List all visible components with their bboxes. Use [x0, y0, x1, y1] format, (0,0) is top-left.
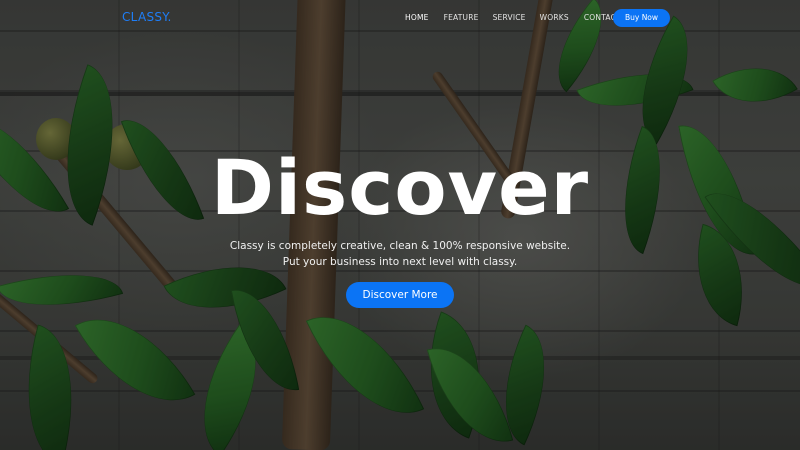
top-navbar: CLASSY. HOME FEATURE SERVICE WORKS CONTA…	[0, 0, 800, 36]
buy-now-button[interactable]: Buy Now	[613, 9, 670, 27]
nav-item-feature[interactable]: FEATURE	[444, 13, 479, 22]
nav-item-works[interactable]: WORKS	[540, 13, 569, 22]
hero-subtitle-line-1: Classy is completely creative, clean & 1…	[229, 240, 571, 252]
discover-more-button[interactable]: Discover More	[346, 282, 454, 308]
nav-item-home[interactable]: HOME	[405, 13, 429, 22]
brand-logo[interactable]: CLASSY.	[122, 10, 172, 24]
hero-subtitle: Classy is completely creative, clean & 1…	[0, 238, 800, 270]
nav-item-service[interactable]: SERVICE	[493, 13, 526, 22]
nav-menu: HOME FEATURE SERVICE WORKS CONTACT	[405, 13, 621, 22]
hero-subtitle-line-2: Put your business into next level with c…	[282, 256, 518, 268]
hero-title: Discover	[210, 143, 590, 232]
